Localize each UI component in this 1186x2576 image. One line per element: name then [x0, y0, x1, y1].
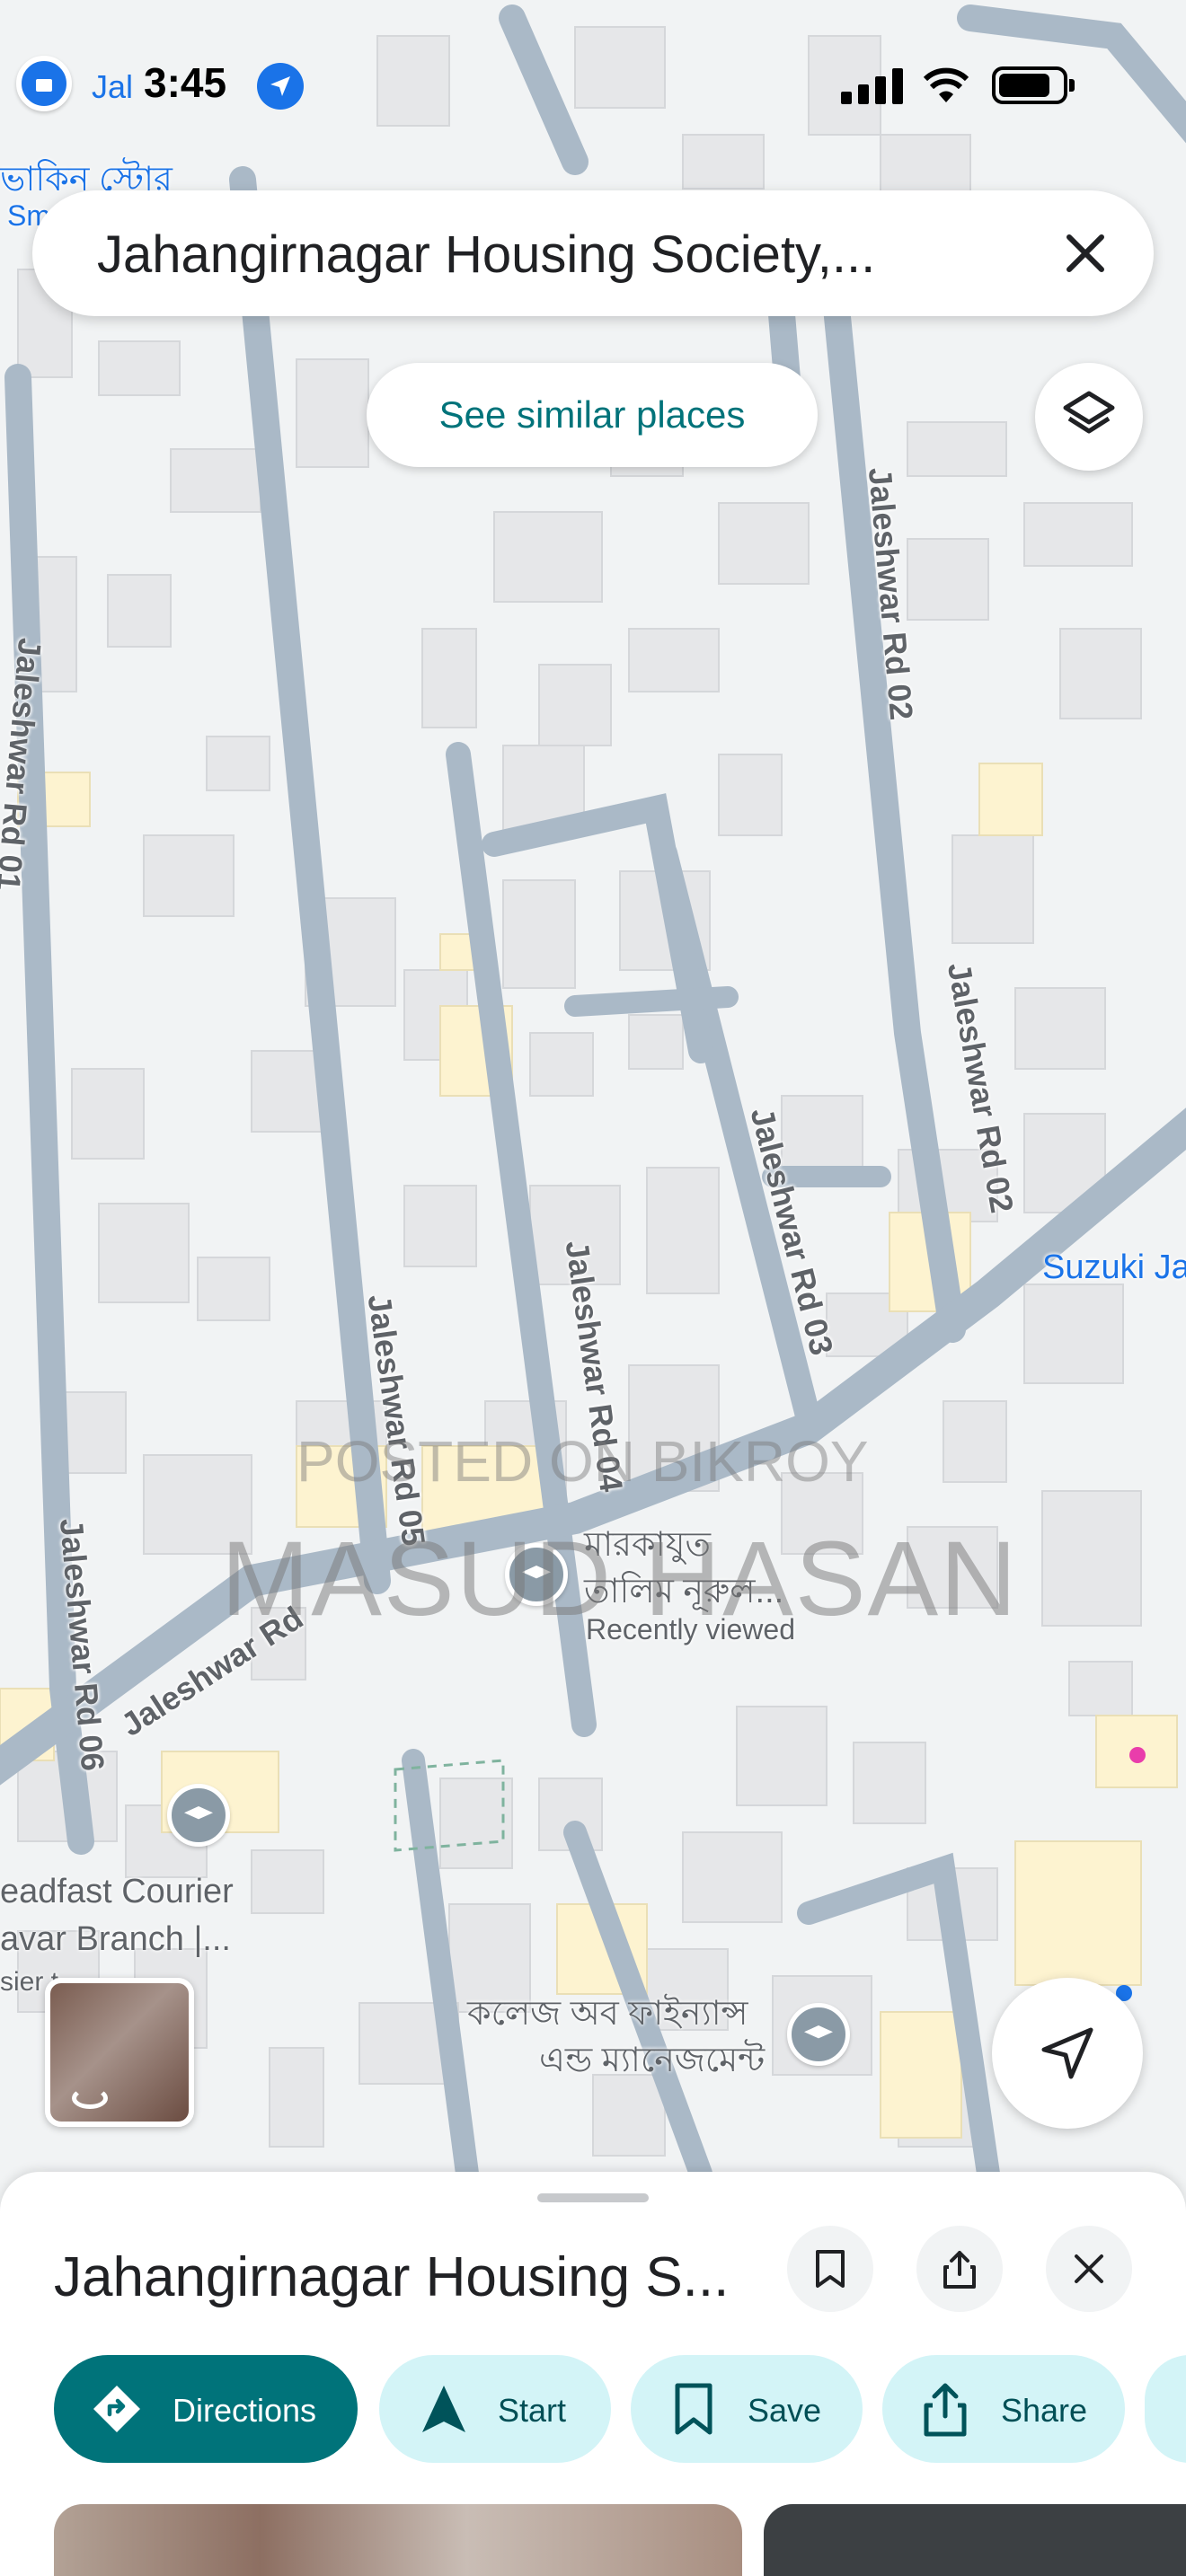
sheet-drag-handle[interactable] — [537, 2193, 649, 2202]
start-chip[interactable]: Start — [379, 2355, 611, 2463]
navigation-arrow-icon — [1041, 2027, 1093, 2079]
my-location-button[interactable] — [992, 1978, 1143, 2129]
directions-label: Directions — [173, 2392, 317, 2429]
college-pin-icon[interactable] — [787, 2003, 850, 2066]
share-icon — [924, 2383, 967, 2437]
save-place-button[interactable] — [787, 2226, 873, 2312]
place-photo[interactable] — [764, 2504, 1186, 2576]
status-time: 3:45 — [144, 59, 227, 106]
close-icon[interactable] — [1057, 225, 1114, 282]
photo-strip — [54, 2504, 1186, 2576]
directions-chip[interactable]: Directions — [54, 2355, 358, 2463]
location-arrow-icon — [257, 63, 304, 110]
lock-icon — [16, 56, 72, 111]
place-title: Jahangirnagar Housing S... — [54, 2246, 730, 2308]
place-photo[interactable] — [54, 2504, 742, 2576]
more-chip[interactable] — [1145, 2355, 1186, 2463]
courier-pin-icon[interactable] — [167, 1784, 230, 1847]
watermark-small: POSTED ON BIKROY — [296, 1429, 869, 1494]
place-bottom-sheet[interactable]: Jahangirnagar Housing S... Directions St… — [0, 2172, 1186, 2576]
close-sheet-button[interactable] — [1046, 2226, 1132, 2312]
save-label: Save — [748, 2392, 822, 2429]
suzuki-label[interactable]: Suzuki Ja — [1042, 1248, 1186, 1287]
search-bar[interactable]: Jahangirnagar Housing Society,... — [32, 190, 1154, 316]
watermark-large: MASUD HASAN — [221, 1520, 1019, 1638]
start-label: Start — [498, 2392, 567, 2429]
navigation-arrow-icon — [422, 2386, 465, 2432]
courier-label-line2[interactable]: avar Branch |... — [0, 1920, 231, 1959]
directions-icon — [93, 2386, 140, 2432]
back-app-label[interactable]: Jal — [92, 68, 133, 106]
wifi-icon — [924, 67, 969, 102]
share-label: Share — [1001, 2392, 1088, 2429]
courier-label-line1[interactable]: eadfast Courier — [0, 1873, 234, 1911]
bookmark-icon — [675, 2383, 712, 2435]
battery-icon — [992, 66, 1075, 104]
see-similar-places-button[interactable]: See similar places — [367, 363, 818, 467]
save-chip[interactable]: Save — [631, 2355, 863, 2463]
search-query[interactable]: Jahangirnagar Housing Society,... — [97, 225, 875, 285]
share-place-button[interactable] — [916, 2226, 1003, 2312]
layers-icon — [1063, 391, 1115, 434]
close-icon — [1075, 2254, 1103, 2283]
share-icon — [943, 2251, 976, 2289]
status-bar: Jal 3:45 — [0, 0, 1186, 171]
street-view-thumbnail[interactable] — [45, 1978, 194, 2127]
layers-button[interactable] — [1035, 363, 1143, 471]
college-label-line2[interactable]: এন্ড ম্যানেজমেন্ট — [539, 2033, 765, 2091]
share-chip[interactable]: Share — [882, 2355, 1125, 2463]
signal-icon — [841, 68, 903, 104]
street-view-icon — [72, 2087, 108, 2109]
bookmark-icon — [816, 2250, 845, 2288]
action-chips: Directions Start Save Share — [54, 2355, 1186, 2463]
